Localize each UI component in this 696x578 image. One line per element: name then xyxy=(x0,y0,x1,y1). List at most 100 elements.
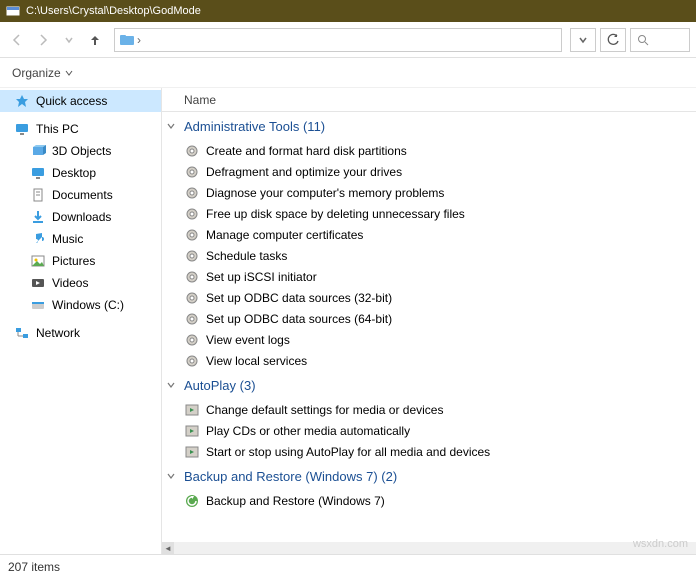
list-item[interactable]: Start or stop using AutoPlay for all med… xyxy=(162,441,696,462)
item-label: View local services xyxy=(206,354,307,368)
item-icon xyxy=(184,444,200,460)
toolbar: Organize xyxy=(0,58,696,88)
item-label: View event logs xyxy=(206,333,290,347)
folder-icon xyxy=(30,297,46,313)
item-icon xyxy=(184,269,200,285)
watermark: wsxdn.com xyxy=(633,538,688,550)
file-list: Name Administrative Tools (11) Create and… xyxy=(162,88,696,554)
navigation-pane: Quick access This PC 3D Objects Desktop Do… xyxy=(0,88,162,554)
chevron-down-icon xyxy=(65,69,73,77)
sidebar-item-label: Pictures xyxy=(52,254,95,268)
item-label: Change default settings for media or dev… xyxy=(206,403,443,417)
list-item[interactable]: Schedule tasks xyxy=(162,245,696,266)
scroll-left-button[interactable]: ◄ xyxy=(162,542,174,554)
list-item[interactable]: Set up ODBC data sources (32-bit) xyxy=(162,287,696,308)
sidebar-this-pc[interactable]: This PC xyxy=(0,118,161,140)
sidebar-item-label: Quick access xyxy=(36,94,107,108)
sidebar-item-label: This PC xyxy=(36,122,79,136)
folder-icon xyxy=(119,32,135,48)
forward-button[interactable] xyxy=(32,29,54,51)
folder-icon xyxy=(30,187,46,203)
sidebar-item[interactable]: Documents xyxy=(0,184,161,206)
back-button[interactable] xyxy=(6,29,28,51)
up-button[interactable] xyxy=(84,29,106,51)
sidebar-item[interactable]: Windows (C:) xyxy=(0,294,161,316)
folder-icon xyxy=(30,231,46,247)
list-item[interactable]: Defragment and optimize your drives xyxy=(162,161,696,182)
refresh-button[interactable] xyxy=(600,28,626,52)
recent-dropdown[interactable] xyxy=(58,29,80,51)
list-item[interactable]: Set up ODBC data sources (64-bit) xyxy=(162,308,696,329)
sidebar-item-label: Downloads xyxy=(52,210,111,224)
sidebar-item-label: 3D Objects xyxy=(52,144,111,158)
list-item[interactable]: Set up iSCSI initiator xyxy=(162,266,696,287)
list-item[interactable]: Change default settings for media or dev… xyxy=(162,399,696,420)
folder-icon xyxy=(30,143,46,159)
sidebar-item[interactable]: Pictures xyxy=(0,250,161,272)
horizontal-scrollbar[interactable]: ◄ xyxy=(162,542,696,554)
sidebar-network[interactable]: Network xyxy=(0,322,161,344)
titlebar: C:\Users\Crystal\Desktop\GodMode xyxy=(0,0,696,22)
item-label: Create and format hard disk partitions xyxy=(206,144,407,158)
item-icon xyxy=(184,164,200,180)
organize-menu[interactable]: Organize xyxy=(12,66,73,80)
group-header[interactable]: Backup and Restore (Windows 7) (2) xyxy=(162,462,696,490)
sidebar-item[interactable]: Desktop xyxy=(0,162,161,184)
item-icon xyxy=(184,227,200,243)
chevron-right-icon: › xyxy=(135,33,143,47)
sidebar-item-label: Desktop xyxy=(52,166,96,180)
list-item[interactable]: View local services xyxy=(162,350,696,371)
folder-icon xyxy=(30,253,46,269)
item-label: Backup and Restore (Windows 7) xyxy=(206,494,385,508)
folder-icon xyxy=(30,275,46,291)
search-icon xyxy=(637,34,649,46)
explorer-icon xyxy=(6,4,20,18)
list-item[interactable]: Diagnose your computer's memory problems xyxy=(162,182,696,203)
sidebar-item[interactable]: Music xyxy=(0,228,161,250)
item-label: Manage computer certificates xyxy=(206,228,363,242)
body: Quick access This PC 3D Objects Desktop Do… xyxy=(0,88,696,554)
list-item[interactable]: Free up disk space by deleting unnecessa… xyxy=(162,203,696,224)
sidebar-item[interactable]: Videos xyxy=(0,272,161,294)
item-label: Diagnose your computer's memory problems xyxy=(206,186,444,200)
item-icon xyxy=(184,332,200,348)
list-item[interactable]: Backup and Restore (Windows 7) xyxy=(162,490,696,511)
list-item[interactable]: Manage computer certificates xyxy=(162,224,696,245)
item-icon xyxy=(184,290,200,306)
list-item[interactable]: Create and format hard disk partitions xyxy=(162,140,696,161)
item-icon xyxy=(184,402,200,418)
sidebar-quick-access[interactable]: Quick access xyxy=(0,90,161,112)
list-item[interactable]: View event logs xyxy=(162,329,696,350)
item-icon xyxy=(184,423,200,439)
item-icon xyxy=(184,248,200,264)
group-name: AutoPlay (3) xyxy=(184,378,256,393)
item-icon xyxy=(184,206,200,222)
column-header-name[interactable]: Name xyxy=(162,88,696,112)
item-label: Set up ODBC data sources (32-bit) xyxy=(206,291,392,305)
address-bar[interactable]: › xyxy=(114,28,562,52)
navbar: › xyxy=(0,22,696,58)
item-icon xyxy=(184,353,200,369)
item-icon xyxy=(184,311,200,327)
item-label: Schedule tasks xyxy=(206,249,287,263)
sidebar-item-label: Documents xyxy=(52,188,113,202)
group-header[interactable]: Administrative Tools (11) xyxy=(162,112,696,140)
search-box[interactable] xyxy=(630,28,690,52)
sidebar-item[interactable]: Downloads xyxy=(0,206,161,228)
folder-icon xyxy=(30,209,46,225)
list-item[interactable]: Play CDs or other media automatically xyxy=(162,420,696,441)
organize-label: Organize xyxy=(12,66,61,80)
item-label: Set up ODBC data sources (64-bit) xyxy=(206,312,392,326)
group-header[interactable]: AutoPlay (3) xyxy=(162,371,696,399)
item-label: Free up disk space by deleting unnecessa… xyxy=(206,207,465,221)
chevron-down-icon xyxy=(166,121,180,131)
item-label: Defragment and optimize your drives xyxy=(206,165,402,179)
chevron-down-icon xyxy=(166,471,180,481)
item-icon xyxy=(184,143,200,159)
sidebar-item-label: Videos xyxy=(52,276,88,290)
item-icon xyxy=(184,493,200,509)
sidebar-item[interactable]: 3D Objects xyxy=(0,140,161,162)
status-bar: 207 items xyxy=(0,554,696,578)
address-dropdown[interactable] xyxy=(570,28,596,52)
window-title: C:\Users\Crystal\Desktop\GodMode xyxy=(26,5,201,17)
